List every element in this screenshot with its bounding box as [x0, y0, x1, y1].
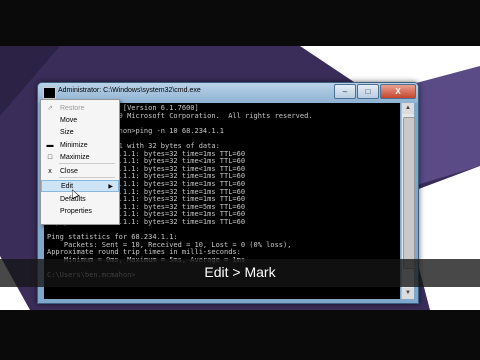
- menu-item-label: Restore: [60, 105, 85, 112]
- menu-item-label: Size: [60, 129, 74, 136]
- menu-item-label: Move: [60, 117, 78, 124]
- scroll-down-icon[interactable]: ▼: [402, 288, 414, 299]
- window-title: Administrator: C:\Windows\system32\cmd.e…: [58, 87, 201, 94]
- scroll-thumb[interactable]: [403, 117, 415, 269]
- menu-item-label: Properties: [60, 208, 92, 215]
- menu-item-move[interactable]: Move: [41, 115, 119, 127]
- menu-item-minimize[interactable]: ▬ Minimize: [41, 140, 119, 152]
- menu-item-label: Minimize: [60, 142, 88, 149]
- menu-separator: [59, 163, 115, 164]
- menu-item-properties[interactable]: Properties: [41, 206, 119, 218]
- menu-item-defaults[interactable]: Defaults: [41, 194, 119, 206]
- close-icon: x: [48, 168, 52, 175]
- scroll-up-icon[interactable]: ▲: [402, 103, 414, 114]
- letterbox-bottom: [0, 310, 480, 360]
- cmd-icon[interactable]: [43, 87, 56, 99]
- caption-text: Edit > Mark: [204, 264, 276, 280]
- menu-separator: [59, 177, 115, 178]
- maximize-button[interactable]: □: [357, 84, 379, 99]
- system-menu: ⇗ Restore Move Size ▬ Minimize □ Maximize x Close…: [40, 99, 120, 225]
- menu-item-size[interactable]: Size: [41, 127, 119, 139]
- menu-item-restore[interactable]: ⇗ Restore: [41, 103, 119, 115]
- caption-bar: Edit > Mark: [0, 259, 480, 287]
- minimize-icon: ▬: [46, 142, 54, 149]
- close-button[interactable]: X: [380, 84, 416, 99]
- maximize-icon: □: [47, 154, 53, 161]
- menu-item-edit[interactable]: Edit ▶: [41, 180, 119, 192]
- submenu-arrow-icon: ▶: [108, 184, 113, 190]
- restore-icon: ⇗: [47, 105, 53, 112]
- letterbox-top: [0, 0, 480, 46]
- minimize-button[interactable]: –: [334, 84, 356, 99]
